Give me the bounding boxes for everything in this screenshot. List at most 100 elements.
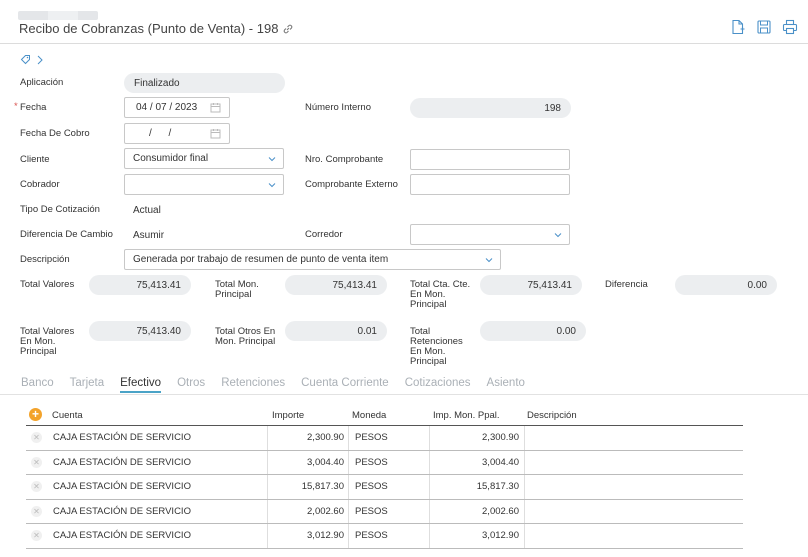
delete-row-icon[interactable]: ✕: [31, 505, 42, 517]
total-otros-value: 0.01: [285, 321, 387, 341]
cell-importe: 2,300.90: [307, 432, 344, 444]
cell-importe: 3,004.40: [307, 456, 344, 468]
grid-header: + Cuenta Importe Moneda Imp. Mon. Ppal. …: [26, 404, 743, 426]
cell-moneda: PESOS: [355, 505, 388, 517]
total-valores-mon-value: 75,413.40: [89, 321, 191, 341]
numero-interno-value: 198: [410, 98, 571, 118]
efectivo-grid: + Cuenta Importe Moneda Imp. Mon. Ppal. …: [26, 404, 743, 549]
total-otros-label-line: Mon. Principal: [215, 336, 276, 347]
tabs-divider: [0, 394, 808, 395]
tab-cotizaciones[interactable]: Cotizaciones: [405, 377, 471, 393]
total-retenciones-label: Total Retenciones En Mon. Principal: [410, 327, 463, 367]
blurred-breadcrumb: [18, 11, 98, 20]
fecha-label: Fecha: [14, 102, 47, 113]
nro-comprobante-label: Nro. Comprobante: [305, 154, 384, 165]
tab-banco[interactable]: Banco: [21, 377, 54, 393]
tab-cuenta-corriente[interactable]: Cuenta Corriente: [301, 377, 389, 393]
col-imp-mon[interactable]: Imp. Mon. Ppal.: [433, 410, 500, 421]
cell-moneda: PESOS: [355, 432, 388, 444]
tab-asiento[interactable]: Asiento: [487, 377, 525, 393]
toolbar: [730, 19, 798, 35]
calendar-icon[interactable]: [210, 128, 221, 139]
total-mon-principal-label: Total Mon. Principal: [215, 280, 259, 300]
fecha-value: 04 / 07 / 2023: [136, 102, 198, 113]
title-divider: [0, 43, 808, 44]
tab-retenciones[interactable]: Retenciones: [221, 377, 285, 393]
chevron-down-icon[interactable]: [484, 255, 494, 265]
chevron-down-icon[interactable]: [267, 180, 277, 190]
diferencia-value: 0.00: [675, 275, 777, 295]
total-valores-value: 75,413.41: [89, 275, 191, 295]
delete-row-icon[interactable]: ✕: [31, 432, 42, 443]
aplicacion-label: Aplicación: [20, 77, 64, 88]
tab-efectivo[interactable]: Efectivo: [120, 377, 162, 393]
total-cta-cte-label: Total Cta. Cte. En Mon. Principal: [410, 280, 470, 310]
cell-cuenta: CAJA ESTACIÓN DE SERVICIO: [53, 530, 191, 542]
col-cuenta[interactable]: Cuenta: [52, 410, 83, 421]
table-row[interactable]: ✕ CAJA ESTACIÓN DE SERVICIO 3,012.90 PES…: [26, 524, 743, 549]
cell-imp-mon: 15,817.30: [476, 481, 519, 493]
nro-comprobante-input[interactable]: [410, 149, 570, 170]
cell-cuenta: CAJA ESTACIÓN DE SERVICIO: [53, 432, 191, 444]
tab-tarjeta[interactable]: Tarjeta: [70, 377, 105, 393]
delete-row-icon[interactable]: ✕: [31, 456, 42, 468]
total-cta-cte-value: 75,413.41: [480, 275, 582, 295]
fecha-cobro-value: / /: [149, 128, 172, 139]
cell-cuenta: CAJA ESTACIÓN DE SERVICIO: [53, 456, 191, 468]
save-icon[interactable]: [756, 19, 772, 35]
descripcion-value: Generada por trabajo de resumen de punto…: [133, 254, 389, 265]
cell-cuenta: CAJA ESTACIÓN DE SERVICIO: [53, 505, 191, 517]
cell-moneda: PESOS: [355, 481, 388, 493]
col-descripcion[interactable]: Descripción: [527, 410, 577, 421]
page-title-text: Recibo de Cobranzas (Punto de Venta) - 1…: [19, 21, 279, 36]
table-row[interactable]: ✕ CAJA ESTACIÓN DE SERVICIO 15,817.30 PE…: [26, 475, 743, 500]
descripcion-select[interactable]: Generada por trabajo de resumen de punto…: [124, 249, 501, 270]
diferencia-label: Diferencia: [605, 279, 648, 290]
cell-importe: 2,002.60: [307, 505, 344, 517]
tag-row: [20, 54, 43, 68]
comprobante-externo-label: Comprobante Externo: [305, 179, 398, 190]
cell-moneda: PESOS: [355, 530, 388, 542]
comprobante-externo-input[interactable]: [410, 174, 570, 195]
add-row-button[interactable]: +: [29, 408, 42, 421]
corredor-select[interactable]: [410, 224, 570, 245]
cell-importe: 3,012.90: [307, 530, 344, 542]
cobrador-select[interactable]: [124, 174, 284, 195]
calendar-icon[interactable]: [210, 102, 221, 113]
chevron-down-icon[interactable]: [553, 230, 563, 240]
cell-imp-mon: 2,300.90: [482, 432, 519, 444]
total-otros-label: Total Otros En Mon. Principal: [215, 327, 275, 347]
link-icon[interactable]: [282, 23, 294, 35]
diferencia-cambio-label: Diferencia De Cambio: [20, 229, 113, 240]
col-moneda[interactable]: Moneda: [352, 410, 386, 421]
descripcion-label: Descripción: [20, 254, 70, 265]
table-row[interactable]: ✕ CAJA ESTACIÓN DE SERVICIO 2,300.90 PES…: [26, 426, 743, 451]
chevron-right-icon[interactable]: [37, 55, 43, 68]
total-valores-mon-label: Total Valores En Mon. Principal: [20, 327, 74, 357]
cell-cuenta: CAJA ESTACIÓN DE SERVICIO: [53, 481, 191, 493]
delete-row-icon[interactable]: ✕: [31, 481, 42, 492]
fecha-cobro-label: Fecha De Cobro: [20, 128, 90, 139]
aplicacion-value: Finalizado: [124, 73, 285, 93]
delete-row-icon[interactable]: ✕: [31, 530, 42, 541]
fecha-input[interactable]: 04 / 07 / 2023: [124, 97, 230, 118]
total-mon-principal-value: 75,413.41: [285, 275, 387, 295]
table-row[interactable]: ✕ CAJA ESTACIÓN DE SERVICIO 3,004.40 PES…: [26, 450, 743, 475]
chevron-down-icon[interactable]: [267, 154, 277, 164]
tag-icon[interactable]: [20, 54, 31, 68]
table-row[interactable]: ✕ CAJA ESTACIÓN DE SERVICIO 2,002.60 PES…: [26, 499, 743, 524]
col-importe[interactable]: Importe: [272, 410, 304, 421]
total-valores-mon-label-line: Principal: [20, 346, 57, 357]
diferencia-cambio-value: Asumir: [133, 230, 165, 241]
page-title: Recibo de Cobranzas (Punto de Venta) - 1…: [19, 21, 294, 36]
new-document-icon[interactable]: [730, 19, 746, 35]
cell-imp-mon: 3,012.90: [482, 530, 519, 542]
print-icon[interactable]: [782, 19, 798, 35]
tab-bar: Banco Tarjeta Efectivo Otros Retenciones…: [21, 377, 541, 393]
total-mon-principal-label-line: Principal: [215, 289, 252, 300]
cobrador-label: Cobrador: [20, 179, 60, 190]
total-retenciones-label-line: Principal: [410, 356, 447, 367]
fecha-cobro-input[interactable]: / /: [124, 123, 230, 144]
tab-otros[interactable]: Otros: [177, 377, 205, 393]
cliente-select[interactable]: Consumidor final: [124, 148, 284, 169]
